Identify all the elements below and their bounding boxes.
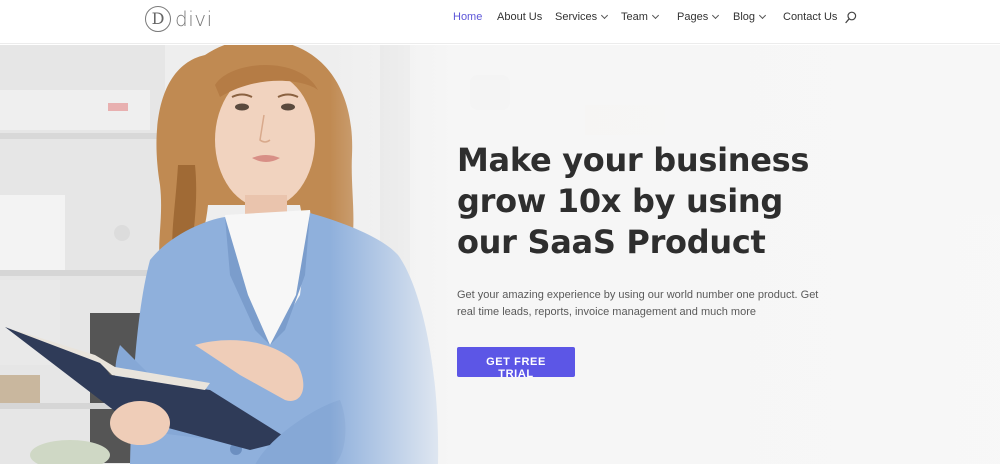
site-logo[interactable]: D divi — [145, 5, 213, 33]
chevron-down-icon — [601, 11, 609, 19]
hero-subtext: Get your amazing experience by using our… — [457, 289, 819, 318]
hero-content: Make your business grow 10x by using our… — [457, 140, 837, 382]
search-icon[interactable] — [845, 11, 857, 24]
nav-item-label: Home — [453, 11, 483, 23]
nav-item-home[interactable]: Home — [453, 11, 482, 23]
site-header: D divi Home About Us Services Team Pages… — [0, 0, 1000, 44]
logo-text: divi — [175, 7, 213, 31]
nav-item-contact-us[interactable]: Contact Us — [783, 11, 837, 23]
chevron-down-icon — [758, 11, 767, 19]
nav-item-label: Contact Us — [783, 11, 838, 23]
nav-item-pages[interactable]: Pages — [677, 11, 720, 23]
nav-item-team[interactable]: Team — [621, 11, 659, 23]
nav-item-label: Pages — [677, 11, 709, 23]
chevron-down-icon — [712, 11, 720, 19]
nav-item-label: Team — [621, 11, 648, 23]
nav-item-label: Services — [555, 11, 598, 23]
logo-mark: D — [145, 6, 171, 32]
hero-headline: Make your business grow 10x by using our… — [457, 141, 810, 261]
chevron-down-icon — [651, 11, 659, 19]
nav-item-label: About Us — [497, 11, 543, 23]
nav-item-services[interactable]: Services — [555, 11, 609, 23]
nav-item-about-us[interactable]: About Us — [497, 11, 542, 23]
hero-section: Make your business grow 10x by using our… — [0, 45, 1000, 464]
nav-item-label: Blog — [733, 11, 756, 23]
nav-item-blog[interactable]: Blog — [733, 11, 767, 23]
get-free-trial-button[interactable]: GET FREE TRIAL — [457, 347, 575, 380]
